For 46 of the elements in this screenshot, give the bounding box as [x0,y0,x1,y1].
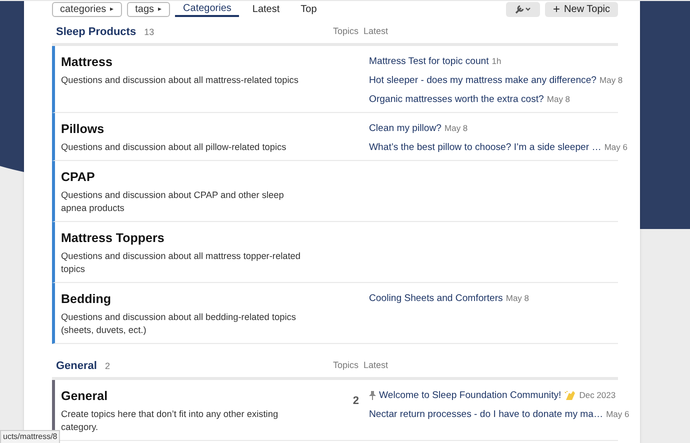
topic-date: May 6 [606,408,630,421]
topic-link[interactable]: Nectar return processes - do I have to donate my ma… [369,408,604,421]
column-header: Latest [364,359,388,372]
topic-link[interactable]: Mattress Test for topic count [369,55,489,68]
category-name[interactable]: Mattress Toppers [61,230,323,246]
column-header: Topics [333,25,359,38]
section-count: 13 [144,26,154,39]
topic-count: 2 [352,395,359,407]
category-description: Questions and discussion about all mattress topper-related topics [61,250,302,276]
nav-tab[interactable]: Categories [175,1,240,17]
section-title[interactable]: General [56,358,97,374]
category-description: Questions and discussion about all mattress-related topics [61,74,300,87]
column-header: Latest [364,25,388,38]
status-url: ucts/mattress/8 [0,430,60,443]
topic-date: May 8 [506,292,530,305]
topic-date: Dec 2023 [579,389,616,402]
nav-tab[interactable]: Top [292,1,325,17]
section-title[interactable]: Sleep Products [56,24,136,40]
topic-link[interactable]: Welcome to Sleep Foundation Community! [379,389,562,402]
topic-link[interactable]: Cooling Sheets and Comforters [369,292,503,305]
topic-link[interactable]: Clean my pillow? [369,122,442,135]
wrench-button[interactable] [506,2,540,16]
topic-link[interactable]: Hot sleeper - does my mattress make any difference? [369,74,597,87]
new-topic-button[interactable]: + New Topic [545,2,618,16]
topic-link[interactable]: What’s the best pillow to choose? I’m a side sleeper … [369,141,602,154]
category-name[interactable]: Mattress [61,54,323,70]
topic-date: May 8 [600,74,623,87]
category-description: Questions and discussion about all bedding-related topics (sheets, duvets, ect.) [61,311,297,337]
wrench-icon [515,4,532,14]
pin-icon [369,391,376,400]
clapping-hands-icon [564,390,576,402]
category-name[interactable]: Pillows [61,121,323,137]
category-name[interactable]: CPAP [61,169,323,185]
category-description: Questions and discussion about all pillow-related topics [61,141,288,154]
category-name[interactable]: Bedding [61,291,323,307]
nav-tab[interactable]: Latest [244,1,288,17]
topic-date: 1h [492,55,502,68]
topic-link[interactable]: Organic mattresses worth the extra cost? [369,93,544,106]
topic-date: May 8 [546,93,570,106]
category-description: Create topics here that don’t fit into any other existing category. [61,408,280,434]
category-description: Questions and discussion about CPAP and other sleep apnea products [61,189,285,215]
category-name[interactable]: General [61,388,323,404]
column-header: Topics [333,359,359,372]
topic-date: May 8 [444,122,468,135]
section-count: 2 [104,360,110,373]
topic-date: May 6 [604,141,628,154]
